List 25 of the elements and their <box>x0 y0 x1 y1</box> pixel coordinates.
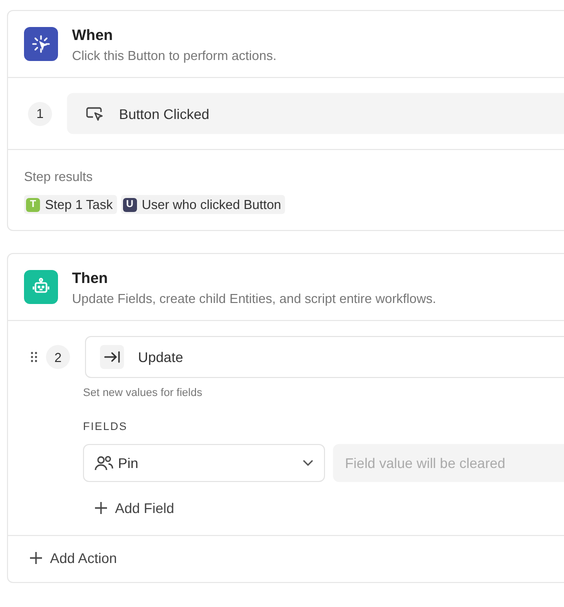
section-description: Update Fields, create child Entities, and script entire workflows. <box>72 291 436 306</box>
robot-icon <box>24 270 58 304</box>
step-hint: Set new values for fields <box>83 387 204 399</box>
plus-icon <box>95 502 107 514</box>
field-select[interactable]: Pin <box>83 444 325 482</box>
add-field-button[interactable]: Add Field <box>95 500 174 516</box>
step-number: 1 <box>28 102 52 126</box>
cursor-screen-icon <box>85 104 105 122</box>
add-action-button[interactable]: Add Action <box>30 550 117 566</box>
step-results-label: Step results <box>24 169 94 184</box>
click-icon <box>24 27 58 61</box>
result-chip[interactable]: U User who clicked Button <box>120 195 286 214</box>
action-step[interactable]: Update <box>85 336 564 378</box>
arrow-to-bar-icon <box>100 345 124 369</box>
section-title: When <box>72 27 114 45</box>
section-title: Then <box>72 270 109 288</box>
section-description: Click this Button to perform actions. <box>72 48 276 63</box>
users-icon <box>94 454 114 472</box>
chevron-down-icon <box>302 459 314 467</box>
trigger-step[interactable]: Button Clicked <box>67 93 564 134</box>
result-chip[interactable]: T Step 1 Task <box>24 195 117 214</box>
drag-handle-icon[interactable] <box>30 351 38 363</box>
plus-icon <box>30 552 42 564</box>
step-number: 2 <box>46 345 70 369</box>
fields-label: FIELDS <box>83 421 129 433</box>
